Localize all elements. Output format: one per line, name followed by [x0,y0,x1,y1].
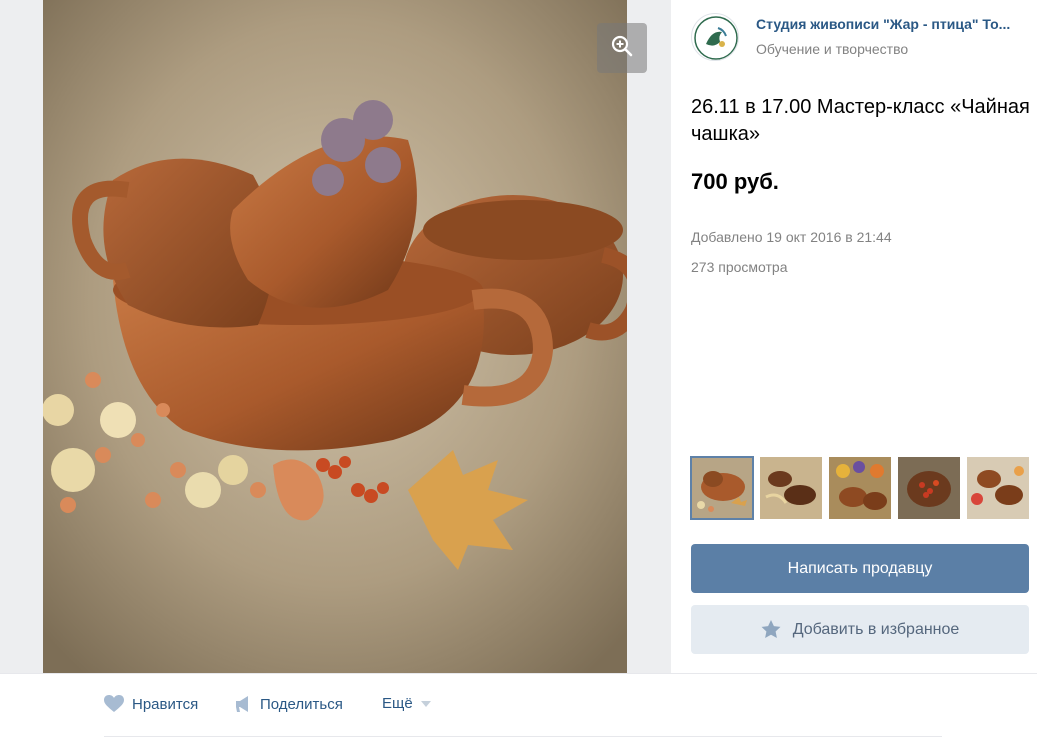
photo-viewer [0,0,671,673]
product-title: 26.11 в 17.00 Мастер-класс «Чайная чашка… [691,96,1030,145]
thumbnail-1[interactable] [690,456,754,520]
seller-block: Студия живописи "Жар - птица" То... Обуч… [691,13,1031,65]
added-date: Добавлено 19 окт 2016 в 21:44 [691,229,892,245]
seller-category: Обучение и творчество [756,41,909,57]
like-label: Нравится [132,695,199,713]
add-favorite-label: Добавить в избранное [792,620,960,638]
star-icon [761,620,781,639]
share-button[interactable]: Поделиться [234,695,343,713]
more-button[interactable]: Ещё [382,695,431,712]
product-photo[interactable] [43,0,627,673]
thumbnail-3[interactable] [829,457,891,519]
caret-down-icon [420,700,431,707]
like-button[interactable]: Нравится [104,695,198,713]
actions-bar: Нравится Поделиться Ещё [0,673,1037,741]
more-label: Ещё [382,695,413,712]
seller-name-link[interactable]: Студия живописи "Жар - птица" То... [756,16,1031,32]
zoom-button[interactable] [597,23,647,73]
megaphone-icon [234,695,252,713]
thumbnail-5[interactable] [967,457,1029,519]
share-label: Поделиться [260,695,343,713]
product-price: 700 руб. [691,169,779,194]
zoom-in-icon [610,34,634,63]
divider [104,736,942,737]
product-info-panel: Студия живописи "Жар - птица" То... Обуч… [671,0,1037,673]
add-favorite-button[interactable]: Добавить в избранное [691,605,1029,654]
thumbnail-2[interactable] [760,457,822,519]
thumbnail-4[interactable] [898,457,960,519]
heart-icon [104,695,124,713]
message-seller-button[interactable]: Написать продавцу [691,544,1029,593]
view-count: 273 просмотра [691,259,788,275]
seller-avatar[interactable] [691,13,739,61]
